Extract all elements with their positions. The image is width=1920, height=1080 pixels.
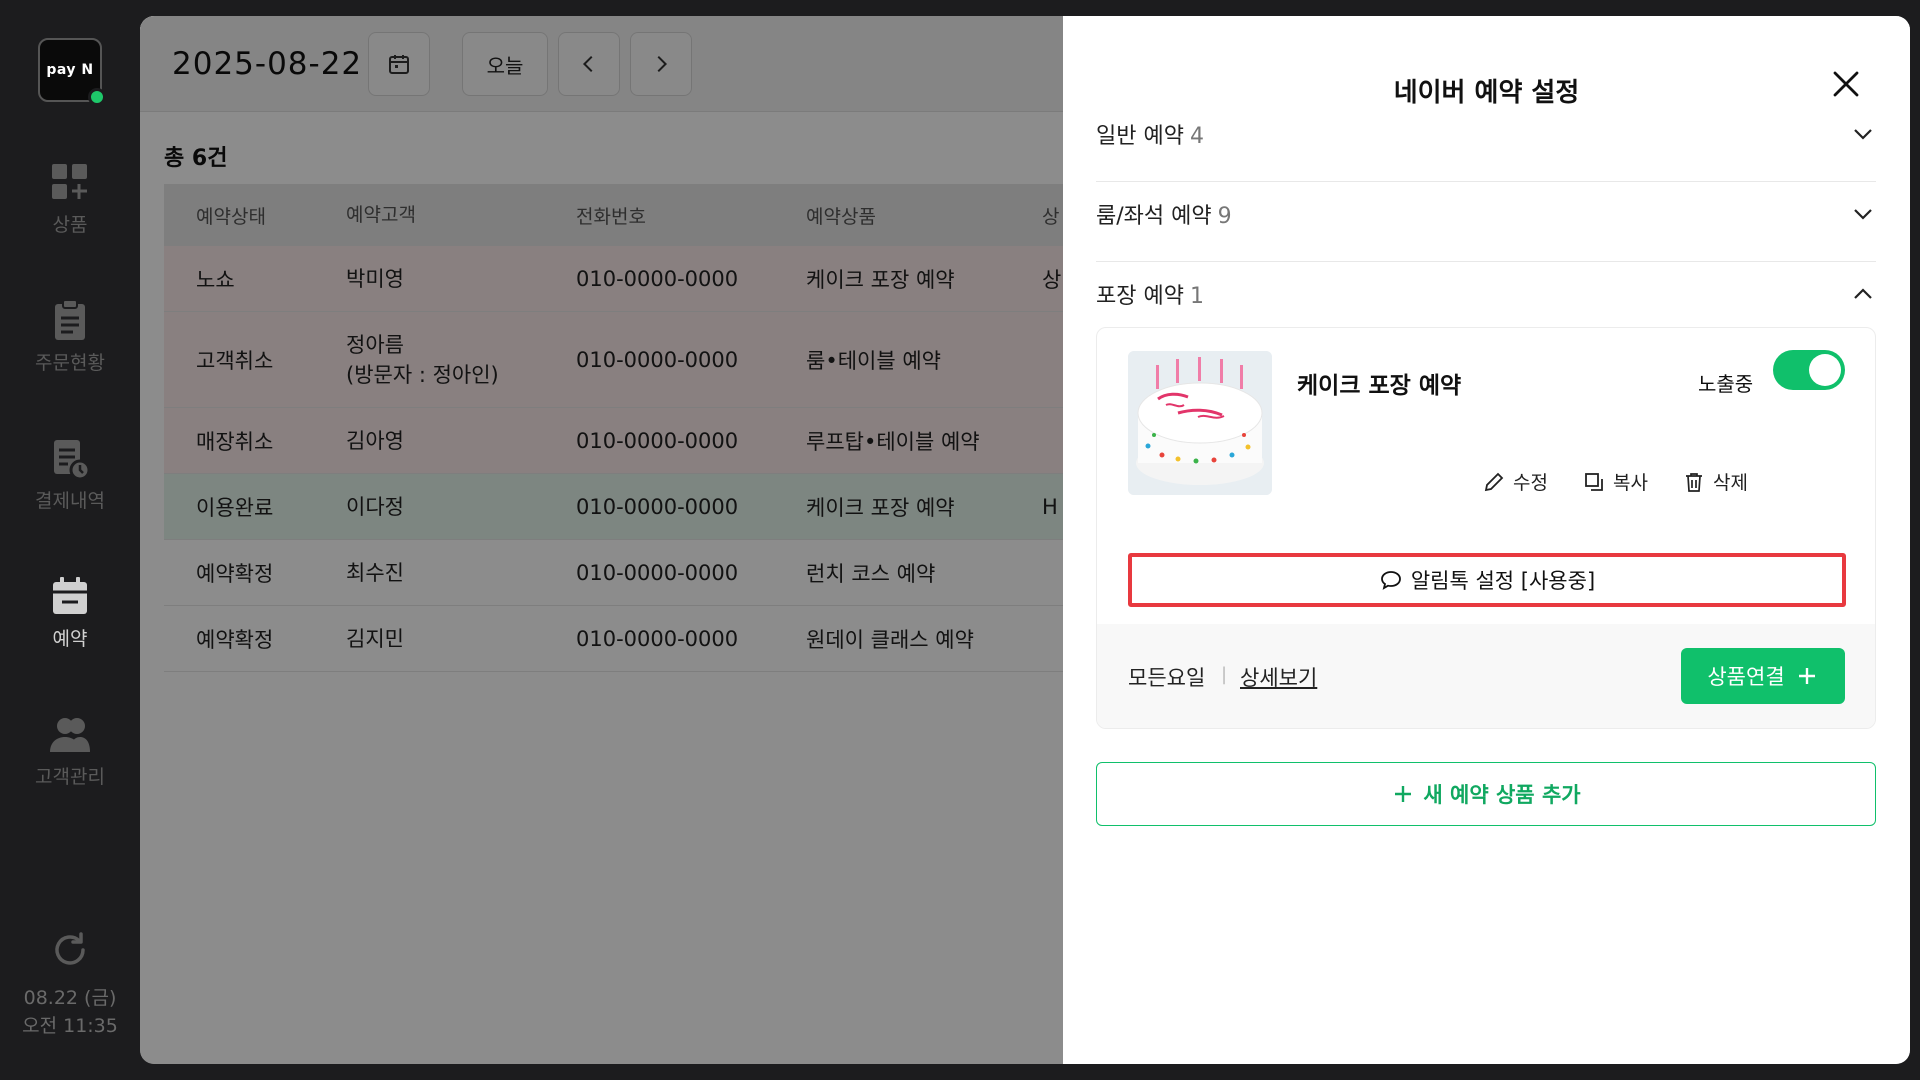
copy-label: 복사	[1613, 472, 1648, 494]
sidebar-item-customers[interactable]: 고객관리	[0, 712, 140, 789]
link-product-button[interactable]: 상품연결	[1681, 648, 1845, 704]
sidebar-item-product[interactable]: 상품	[0, 160, 140, 237]
plus-icon	[1395, 786, 1412, 802]
alimtalk-settings-button[interactable]: 알림톡 설정 [사용중]	[1128, 553, 1846, 607]
chevron-down-icon	[1854, 209, 1872, 220]
section-label: 룸/좌석 예약 9	[1096, 198, 1232, 230]
product-card-footer: 모든요일 | 상세보기 상품연결	[1097, 624, 1875, 728]
sidebar: pay N 상품 주문현황 결제내역 예약 고객관리 08.22 (금) 오전 …	[0, 0, 140, 1080]
sidebar-item-label: 결제내역	[35, 490, 105, 512]
chevron-up-icon	[1854, 288, 1872, 299]
clock-date: 08.22 (금)	[23, 987, 117, 1009]
online-status-dot	[88, 88, 106, 106]
exposure-label: 노출중	[1698, 372, 1754, 396]
calendar-icon	[53, 577, 87, 614]
section-label: 일반 예약 4	[1096, 118, 1204, 150]
sidebar-item-label: 예약	[52, 628, 88, 650]
add-product-label: 새 예약 상품 추가	[1423, 783, 1581, 807]
birthday-cake-image	[1128, 351, 1272, 495]
naver-reservation-settings-drawer: 네이버 예약 설정 일반 예약 4 룸/좌석 예약 9 포장 예약 1 케이크 …	[1063, 16, 1910, 1064]
plus-icon	[1798, 668, 1815, 684]
sidebar-item-reservation[interactable]: 예약	[0, 574, 140, 651]
product-card: 케이크 포장 예약 노출중 수정 복사 삭제 알림톡 설정 [사용중] 모든요일	[1096, 327, 1876, 729]
logo-text: pay N	[46, 62, 94, 78]
chevron-down-icon	[1854, 129, 1872, 140]
product-name: 케이크 포장 예약	[1297, 373, 1462, 399]
receipt-clock-icon	[54, 440, 91, 480]
toggle-knob	[1809, 354, 1841, 386]
clock: 08.22 (금) 오전 11:35	[0, 984, 140, 1040]
delete-label: 삭제	[1713, 472, 1748, 494]
product-thumbnail	[1128, 351, 1272, 495]
section-takeout-reservation[interactable]: 포장 예약 1	[1096, 254, 1876, 334]
section-count: 4	[1189, 124, 1204, 149]
edit-button[interactable]: 수정	[1483, 468, 1548, 495]
edit-label: 수정	[1513, 472, 1548, 494]
alimtalk-label: 알림톡 설정 [사용중]	[1410, 569, 1596, 593]
refresh-icon[interactable]	[50, 930, 90, 970]
copy-button[interactable]: 복사	[1583, 468, 1648, 495]
section-name: 포장 예약	[1096, 284, 1184, 309]
section-count: 9	[1217, 204, 1232, 229]
clock-time: 오전 11:35	[22, 1015, 118, 1037]
sidebar-item-label: 상품	[52, 214, 88, 236]
sidebar-item-orders[interactable]: 주문현황	[0, 298, 140, 375]
section-label: 포장 예약 1	[1096, 278, 1204, 310]
clipboard-icon	[55, 299, 85, 340]
sidebar-item-label: 고객관리	[35, 766, 105, 788]
divider: |	[1221, 664, 1228, 685]
trash-icon	[1686, 472, 1702, 492]
sidebar-item-payments[interactable]: 결제내역	[0, 436, 140, 513]
pencil-icon	[1484, 472, 1504, 491]
product-grid-icon	[52, 164, 87, 199]
app-screen: pay N 상품 주문현황 결제내역 예약 고객관리 08.22 (금) 오전 …	[0, 0, 1920, 1080]
section-name: 룸/좌석 예약	[1096, 204, 1212, 229]
section-count: 1	[1189, 284, 1204, 309]
available-days: 모든요일	[1128, 666, 1206, 690]
add-new-reservation-product-button[interactable]: 새 예약 상품 추가	[1096, 762, 1876, 826]
section-name: 일반 예약	[1096, 124, 1184, 149]
exposure-toggle[interactable]	[1773, 350, 1845, 390]
app-logo[interactable]: pay N	[38, 38, 106, 106]
section-room-seat-reservation[interactable]: 룸/좌석 예약 9	[1096, 174, 1876, 254]
detail-link[interactable]: 상세보기	[1240, 662, 1317, 692]
speech-bubble-icon	[1380, 571, 1401, 590]
link-product-label: 상품연결	[1707, 665, 1785, 689]
copy-icon	[1585, 472, 1603, 491]
section-general-reservation[interactable]: 일반 예약 4	[1096, 94, 1876, 174]
users-icon	[50, 718, 90, 752]
sidebar-item-label: 주문현황	[35, 352, 105, 374]
delete-button[interactable]: 삭제	[1683, 468, 1748, 495]
